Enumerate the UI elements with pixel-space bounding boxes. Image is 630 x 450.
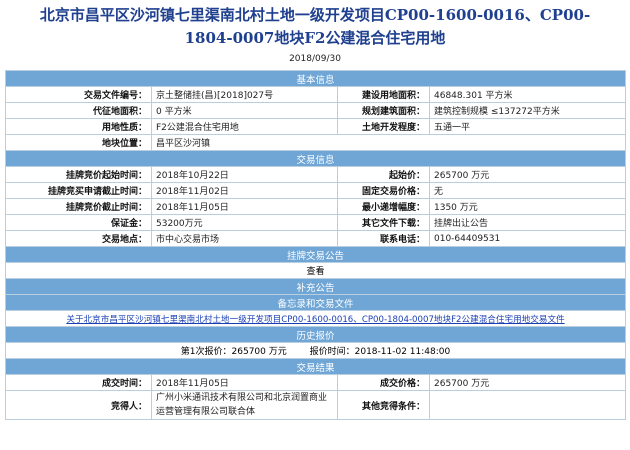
bid-end-value: 2018年11月05日 xyxy=(151,198,338,215)
deal-time-value: 2018年11月05日 xyxy=(151,374,338,391)
doc-no-value: 京土整储挂(昌)[2018]027号 xyxy=(151,86,338,103)
bid-start-label: 挂牌竞价起始时间： xyxy=(5,166,152,183)
other-conditions-label: 其他竞得条件： xyxy=(337,390,430,420)
bid-end-label: 挂牌竞价截止时间： xyxy=(5,198,152,215)
view-notice-link[interactable]: 查看 xyxy=(4,262,627,279)
winner-value: 广州小米通讯技术有限公司和北京润置商业运营管理有限公司联合体 xyxy=(151,390,338,420)
section-header-result: 交易结果 xyxy=(4,358,627,375)
deal-time-label: 成交时间： xyxy=(5,374,152,391)
publish-date: 2018/09/30 xyxy=(289,54,341,64)
apply-end-label: 挂牌竞买申请截止时间： xyxy=(5,182,152,199)
land-info-table: 基本信息 交易文件编号： 京土整储挂(昌)[2018]027号 建设用地面积： … xyxy=(4,70,627,420)
section-header-trade: 交易信息 xyxy=(4,150,627,167)
page-title: 北京市昌平区沙河镇七里渠南北村土地一级开发项目CP00-1600-0016、CP… xyxy=(0,0,630,50)
page-title-line-1: 北京市昌平区沙河镇七里渠南北村土地一级开发项目CP00-1600-0016、CP… xyxy=(39,6,591,24)
trade-place-value: 市中心交易市场 xyxy=(151,230,338,247)
land-area-label: 建设用地面积： xyxy=(337,86,430,103)
deposit-value: 53200万元 xyxy=(151,214,338,231)
doc-no-label: 交易文件编号： xyxy=(5,86,152,103)
plan-area-value: 建筑控制规模 ≤137272平方米 xyxy=(428,102,627,119)
bid-history-entry: 第1次报价：265700 万元 报价时间：2018-11-02 11:48:00 xyxy=(4,342,627,359)
zhengdi-area-label: 代征地面积： xyxy=(5,102,152,119)
fixed-price-value: 无 xyxy=(428,182,627,199)
deal-price-value: 265700 万元 xyxy=(428,374,627,391)
trade-document-link[interactable]: 关于北京市昌平区沙河镇七里渠南北村土地一级开发项目CP00-1600-0016、… xyxy=(66,315,564,325)
zhengdi-area-value: 0 平方米 xyxy=(151,102,338,119)
dev-level-label: 土地开发程度： xyxy=(337,118,430,135)
location-value: 昌平区沙河镇 xyxy=(150,134,627,151)
land-use-value: F2公建混合住宅用地 xyxy=(151,118,338,135)
winner-label: 竞得人： xyxy=(5,390,152,420)
other-docs-label: 其它文件下载： xyxy=(337,214,430,231)
phone-value: 010-64409531 xyxy=(428,230,627,247)
section-header-basic: 基本信息 xyxy=(4,70,627,87)
plan-area-label: 规划建筑面积： xyxy=(337,102,430,119)
page-title-line-2: 1804-0007地块F2公建混合住宅用地 xyxy=(184,29,446,47)
dev-level-value: 五通一平 xyxy=(428,118,627,135)
min-increment-value: 1350 万元 xyxy=(428,198,627,215)
section-header-record: 备忘录和交易文件 xyxy=(4,294,627,311)
section-header-notice: 挂牌交易公告 xyxy=(4,246,627,263)
section-header-history: 历史报价 xyxy=(4,326,627,343)
apply-end-value: 2018年11月02日 xyxy=(151,182,338,199)
land-area-value: 46848.301 平方米 xyxy=(428,86,627,103)
other-conditions-value xyxy=(428,390,627,420)
bid-start-value: 2018年10月22日 xyxy=(151,166,338,183)
location-label: 地块位置： xyxy=(5,134,152,151)
start-price-label: 起始价： xyxy=(337,166,430,183)
deposit-label: 保证金： xyxy=(5,214,152,231)
min-increment-label: 最小递增幅度： xyxy=(337,198,430,215)
start-price-value: 265700 万元 xyxy=(428,166,627,183)
phone-label: 联系电话： xyxy=(337,230,430,247)
section-header-supplement: 补充公告 xyxy=(4,278,627,295)
trade-place-label: 交易地点： xyxy=(5,230,152,247)
other-docs-link[interactable]: 挂牌出让公告 xyxy=(428,214,627,231)
fixed-price-label: 固定交易价格： xyxy=(337,182,430,199)
deal-price-label: 成交价格： xyxy=(337,374,430,391)
land-use-label: 用地性质： xyxy=(5,118,152,135)
